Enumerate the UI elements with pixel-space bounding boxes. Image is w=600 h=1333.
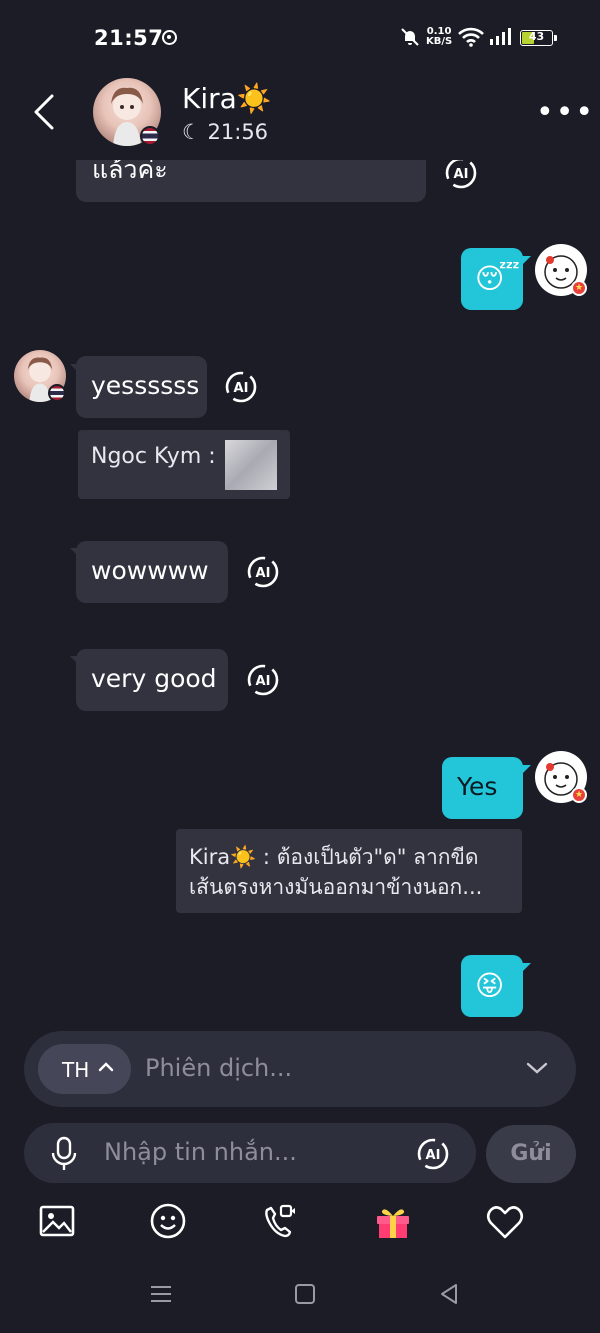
message-emoji: 😝 <box>475 969 505 1002</box>
ai-translate-icon[interactable]: AI <box>224 370 258 404</box>
network-speed: 0.10 KB/S <box>426 27 452 47</box>
ai-translate-icon[interactable]: AI <box>246 555 280 589</box>
thailand-flag-icon <box>48 384 66 402</box>
language-code: TH <box>62 1058 90 1082</box>
message-text: very good <box>91 664 217 693</box>
signal-icon <box>490 28 511 45</box>
mute-bell-icon <box>401 28 419 46</box>
image-icon[interactable] <box>38 1202 78 1242</box>
status-bar: 21:57 0.10 KB/S 43 <box>0 0 600 76</box>
moon-icon: ☾ <box>182 120 201 144</box>
heart-icon[interactable] <box>485 1202 525 1242</box>
contact-name[interactable]: Kira☀️ <box>182 82 272 115</box>
chevron-up-icon <box>98 1062 114 1072</box>
message-bubble-incoming[interactable]: very good <box>76 649 228 711</box>
chrome-icon <box>162 30 177 45</box>
microphone-icon[interactable] <box>50 1136 78 1172</box>
reply-quote-content: Kira☀️ : ต้องเป็นตัว"ด" ลากขีดเส้นตรงหาง… <box>189 842 509 902</box>
message-bubble-outgoing[interactable]: Yes <box>442 757 523 819</box>
back-button[interactable] <box>28 92 62 132</box>
home-button[interactable] <box>294 1283 316 1305</box>
gift-icon[interactable] <box>373 1202 413 1242</box>
last-seen-status: ☾ 21:56 <box>182 120 268 144</box>
message-bubble-incoming[interactable]: แล้วค่ะ <box>76 160 426 202</box>
battery-indicator: 43 <box>520 30 557 46</box>
message-emoji: 😴 <box>475 262 520 295</box>
bubble-tail <box>522 765 531 774</box>
send-button[interactable]: Gửi <box>486 1125 576 1183</box>
network-speed-unit: KB/S <box>426 36 453 47</box>
message-text: แล้วค่ะ <box>92 160 168 184</box>
emoji-icon[interactable] <box>149 1202 189 1242</box>
svg-text:AI: AI <box>256 674 271 689</box>
message-bubble-incoming[interactable]: wowwww <box>76 541 228 603</box>
svg-text:AI: AI <box>256 566 271 581</box>
vietnam-flag-icon: ★ <box>571 787 587 803</box>
more-options-button[interactable]: ••• <box>536 98 595 128</box>
back-nav-button[interactable] <box>438 1283 460 1305</box>
message-text: yessssss <box>91 371 200 400</box>
message-list[interactable]: แล้วค่ะ AI 😴 ★ yessssss AI Ngoc Kym : wo… <box>0 160 600 1020</box>
status-time: 21:57 <box>94 26 164 50</box>
reply-quote[interactable]: Kira☀️ : ต้องเป็นตัว"ด" ลากขีดเส้นตรงหาง… <box>176 829 522 913</box>
message-bubble-outgoing[interactable]: 😝 <box>461 955 523 1017</box>
svg-text:AI: AI <box>454 167 469 182</box>
bubble-tail <box>522 256 531 265</box>
vietnam-flag-icon: ★ <box>571 280 587 296</box>
reply-quote-thumbnail <box>225 440 277 490</box>
reply-quote[interactable]: Ngoc Kym : <box>78 430 290 499</box>
ai-translate-icon[interactable]: AI <box>246 663 280 697</box>
ai-translate-icon[interactable]: AI <box>416 1137 450 1171</box>
video-call-icon[interactable] <box>261 1202 301 1242</box>
message-bubble-outgoing[interactable]: 😴 <box>461 248 523 310</box>
thailand-flag-icon <box>140 126 160 146</box>
last-seen-time: 21:56 <box>207 120 269 144</box>
translate-input[interactable]: Phiên dịch... <box>145 1054 292 1082</box>
message-text: Yes <box>457 772 498 801</box>
battery-level: 43 <box>528 30 545 43</box>
reply-quote-author: Ngoc Kym : <box>91 444 216 469</box>
message-input[interactable]: Nhập tin nhắn... <box>104 1138 297 1166</box>
svg-text:AI: AI <box>234 381 249 396</box>
recent-apps-button[interactable] <box>150 1283 172 1305</box>
reply-quote-author: Kira☀️ : <box>189 845 271 869</box>
message-bubble-incoming[interactable]: yessssss <box>76 356 207 418</box>
ai-translate-icon[interactable]: AI <box>444 160 478 190</box>
svg-text:AI: AI <box>426 1148 441 1163</box>
chevron-down-icon[interactable] <box>526 1061 548 1075</box>
message-text: wowwww <box>91 556 209 585</box>
wifi-icon <box>458 27 484 47</box>
bubble-tail <box>522 963 531 972</box>
